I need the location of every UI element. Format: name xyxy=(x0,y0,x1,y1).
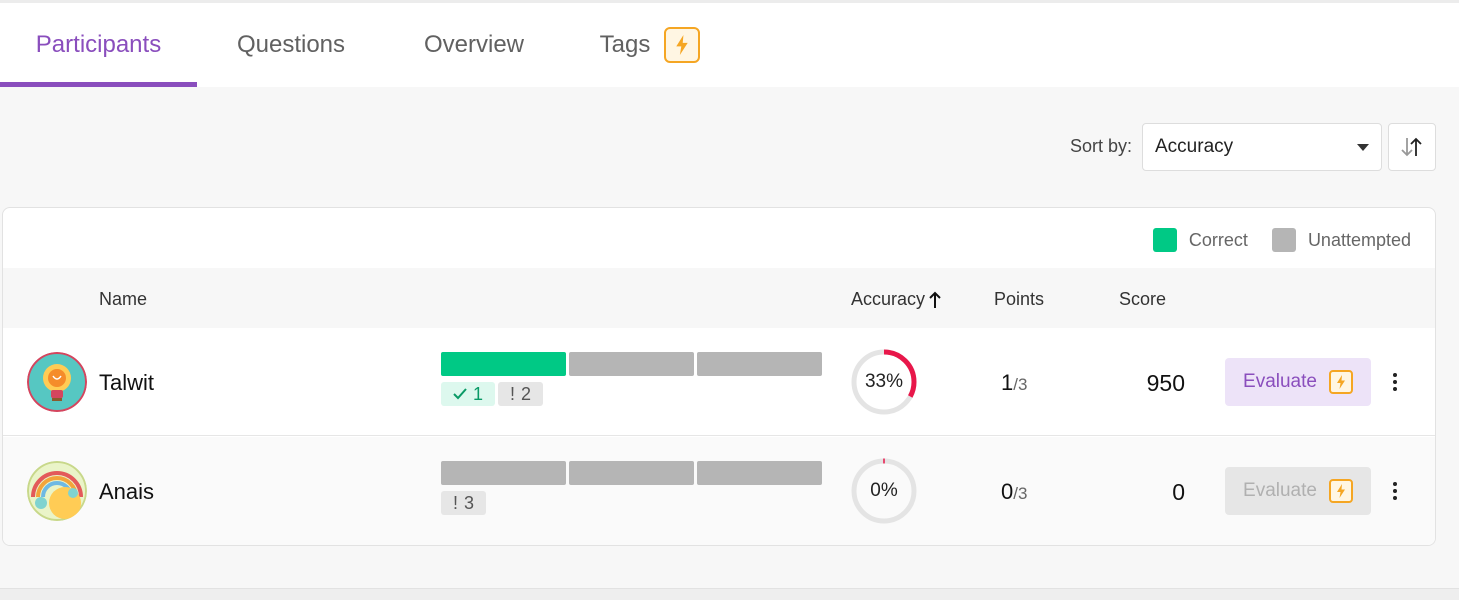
bottom-divider xyxy=(0,588,1459,600)
correct-count: 1 xyxy=(473,383,484,404)
evaluate-label: Evaluate xyxy=(1243,480,1317,501)
unattempted-count: 2 xyxy=(521,383,532,404)
answer-counts: 1 ! 2 xyxy=(441,382,546,406)
legend: Correct Unattempted xyxy=(1129,228,1411,252)
accuracy-value: 33% xyxy=(864,371,904,392)
evaluate-button[interactable]: Evaluate xyxy=(1225,358,1371,406)
points-earned: 1 xyxy=(1001,370,1014,395)
tab-participants-label: Participants xyxy=(35,31,162,58)
bolt-icon xyxy=(1328,370,1353,394)
unattempted-swatch xyxy=(1271,228,1296,252)
table-header: Name Accuracy Points Score xyxy=(3,268,1435,328)
exclamation-icon: ! xyxy=(510,383,516,404)
unattempted-count-chip: ! 2 xyxy=(498,382,544,406)
segment-unattempted xyxy=(569,461,694,485)
header-accuracy[interactable]: Accuracy xyxy=(851,289,942,310)
bolt-icon xyxy=(664,27,701,63)
tab-tags[interactable]: Tags xyxy=(585,3,715,87)
more-options-icon[interactable] xyxy=(1383,368,1407,396)
tab-participants[interactable]: Participants xyxy=(0,3,197,87)
score-value: 0 xyxy=(1172,479,1185,505)
question-progress-bar xyxy=(441,352,825,376)
header-name: Name xyxy=(99,289,148,309)
arrow-up-icon xyxy=(929,291,941,308)
tab-questions-label: Questions xyxy=(236,31,346,58)
sort-value: Accuracy xyxy=(1155,136,1234,157)
points-total: /3 xyxy=(1013,484,1028,503)
unattempted-count-chip: ! 3 xyxy=(441,491,487,515)
sort-dropdown[interactable]: Accuracy xyxy=(1142,123,1382,171)
correct-swatch xyxy=(1152,228,1177,252)
header-points: Points xyxy=(994,289,1045,309)
more-options-icon[interactable] xyxy=(1383,477,1407,505)
evaluate-label: Evaluate xyxy=(1243,371,1317,392)
tab-overview[interactable]: Overview xyxy=(400,3,548,87)
legend-unattempted-label: Unattempted xyxy=(1307,229,1411,250)
legend-item-unattempted: Unattempted xyxy=(1271,228,1411,252)
points-value: 1/3 xyxy=(1001,370,1027,396)
unattempted-count: 3 xyxy=(464,492,475,513)
lightbulb-avatar-icon xyxy=(27,352,87,412)
points-value: 0/3 xyxy=(1001,479,1027,505)
table-row[interactable]: Anais ! 3 0% 0/3 0 Evaluate xyxy=(3,437,1435,545)
score-value: 950 xyxy=(1146,370,1185,396)
answer-counts: ! 3 xyxy=(441,491,489,515)
header-score: Score xyxy=(1119,289,1167,309)
bolt-icon xyxy=(1328,479,1353,503)
sort-direction-button[interactable] xyxy=(1388,123,1436,171)
segment-correct xyxy=(441,352,566,376)
participant-name[interactable]: Anais xyxy=(99,479,154,505)
evaluate-button[interactable]: Evaluate xyxy=(1225,467,1371,515)
segment-unattempted xyxy=(697,461,822,485)
accuracy-value: 0% xyxy=(870,480,898,501)
sort-direction-icon xyxy=(1401,137,1422,157)
points-earned: 0 xyxy=(1001,479,1014,504)
header-accuracy-label: Accuracy xyxy=(851,289,926,309)
participants-table-card: Correct Unattempted Name Accuracy Points… xyxy=(2,207,1436,546)
legend-item-correct: Correct xyxy=(1152,228,1248,252)
segment-unattempted xyxy=(441,461,566,485)
points-total: /3 xyxy=(1013,375,1028,394)
legend-correct-label: Correct xyxy=(1188,229,1248,250)
correct-count-chip: 1 xyxy=(441,382,496,406)
sort-label: Sort by: xyxy=(1070,136,1133,156)
tab-tags-label: Tags xyxy=(599,31,651,58)
segment-unattempted xyxy=(697,352,822,376)
question-progress-bar xyxy=(441,461,825,485)
tab-questions[interactable]: Questions xyxy=(210,3,372,87)
check-icon xyxy=(453,388,467,400)
tab-bar: Participants Questions Overview Tags xyxy=(0,3,1459,87)
segment-unattempted xyxy=(569,352,694,376)
tab-overview-label: Overview xyxy=(423,31,525,58)
participant-name[interactable]: Talwit xyxy=(99,370,154,396)
rainbow-avatar-icon xyxy=(27,461,87,521)
exclamation-icon: ! xyxy=(453,492,459,513)
table-row[interactable]: Talwit 1 ! 2 33% 1/3 950 Evaluate xyxy=(3,328,1435,436)
chevron-down-icon xyxy=(1357,144,1369,151)
